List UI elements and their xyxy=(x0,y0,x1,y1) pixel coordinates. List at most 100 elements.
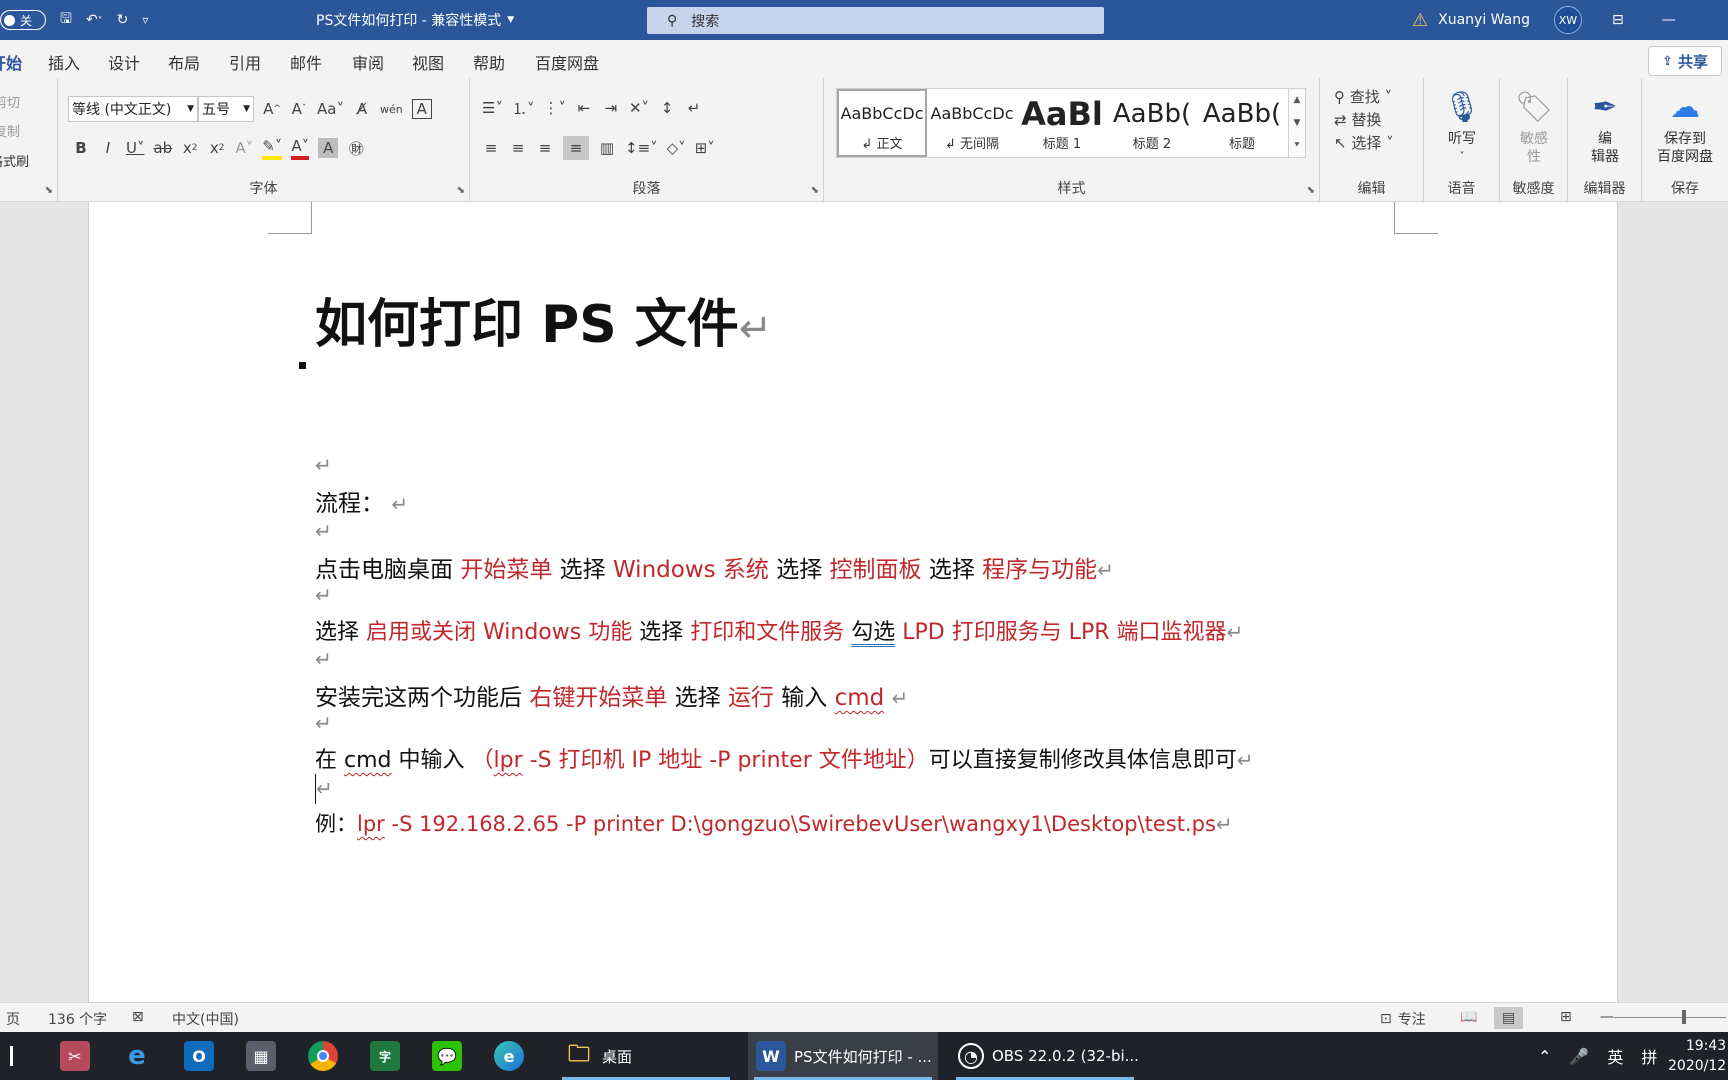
dialog-launcher-icon[interactable]: ⬊ xyxy=(457,185,465,196)
minimize-icon[interactable]: — xyxy=(1662,12,1676,28)
tab-references[interactable]: 引用 xyxy=(229,50,261,74)
taskbar-app-wechat[interactable]: 💬 xyxy=(432,1032,462,1080)
asian-layout-icon[interactable]: ✕˅ xyxy=(629,96,649,120)
document-page[interactable]: 如何打印 PS 文件↵ ↵ 流程： ↵ ↵ 点击电脑桌面 开始菜单 选择 Win… xyxy=(88,202,1618,1002)
taskbar-app-snipping[interactable]: ✂ xyxy=(60,1032,90,1080)
zoom-slider-track[interactable] xyxy=(1614,1017,1726,1018)
empty-paragraph[interactable]: ↵ xyxy=(315,452,332,478)
bold-icon[interactable]: B xyxy=(72,136,90,160)
sort-icon[interactable]: ↕ xyxy=(658,96,676,120)
italic-icon[interactable]: I xyxy=(99,136,117,160)
print-layout-icon[interactable]: ▤ xyxy=(1494,1007,1524,1029)
share-button[interactable]: ⇪ 共享 xyxy=(1648,46,1722,76)
warning-icon[interactable]: ⚠ xyxy=(1412,10,1428,31)
chevron-down-icon[interactable]: ▼ xyxy=(1294,118,1301,128)
taskbar-app-calculator[interactable]: ▦ xyxy=(246,1032,276,1080)
word-count[interactable]: 136 个字 xyxy=(48,1009,107,1029)
borders-icon[interactable]: ⊞˅ xyxy=(695,136,715,160)
select-button[interactable]: ↖ 选择 ˅ xyxy=(1334,132,1394,153)
style-heading-2[interactable]: AaBb( 标题 2 xyxy=(1107,89,1197,157)
document-area[interactable]: 如何打印 PS 文件↵ ↵ 流程： ↵ ↵ 点击电脑桌面 开始菜单 选择 Win… xyxy=(0,202,1728,1002)
phonetic-guide-icon[interactable]: wén xyxy=(380,97,403,121)
decrease-indent-icon[interactable]: ⇤ xyxy=(575,96,593,120)
tab-help[interactable]: 帮助 xyxy=(473,50,505,74)
taskbar-app-ie[interactable]: e xyxy=(122,1032,152,1080)
save-icon[interactable]: 🖫 xyxy=(60,8,72,32)
format-painter-button[interactable]: 格式刷 xyxy=(0,151,29,170)
redo-icon[interactable]: ↻ xyxy=(117,12,129,28)
tab-baidu-netdisk[interactable]: 百度网盘 xyxy=(535,50,599,74)
taskbar-app-edge[interactable]: e xyxy=(494,1032,524,1080)
subscript-icon[interactable]: x2 xyxy=(181,136,199,160)
change-case-icon[interactable]: Aa˅ xyxy=(317,97,344,121)
save-to-baidu-button[interactable]: ☁ 保存到 百度网盘 xyxy=(1642,86,1728,166)
empty-paragraph-cursor[interactable]: ↵ xyxy=(315,774,333,804)
empty-paragraph[interactable]: ↵ xyxy=(315,646,332,672)
shrink-font-icon[interactable]: Aˇ xyxy=(290,97,308,121)
find-button[interactable]: ⚲ 查找 ˅ xyxy=(1334,86,1392,107)
tab-design[interactable]: 设计 xyxy=(108,50,140,74)
replace-button[interactable]: ⇄ 替换 xyxy=(1334,109,1381,130)
highlight-icon[interactable]: ✎˅ xyxy=(262,136,283,160)
numbering-icon[interactable]: ⒈˅ xyxy=(512,96,535,120)
align-right-icon[interactable]: ≡ xyxy=(536,136,554,160)
editor-button[interactable]: ✒ 编 辑器 xyxy=(1568,86,1642,166)
style-no-spacing[interactable]: AaBbCcDc ↲ 无间隔 xyxy=(927,89,1017,157)
character-shading-icon[interactable]: A xyxy=(318,138,339,158)
customize-qat-icon[interactable]: ▿ xyxy=(142,13,148,27)
avatar[interactable]: XW xyxy=(1553,6,1582,34)
tab-home[interactable]: 开始 xyxy=(0,50,23,81)
align-center-icon[interactable]: ≡ xyxy=(509,136,527,160)
chevron-up-icon[interactable]: ▲ xyxy=(1294,95,1301,105)
undo-icon[interactable]: ↶˅ xyxy=(86,12,103,28)
tab-insert[interactable]: 插入 xyxy=(48,50,80,74)
superscript-icon[interactable]: x2 xyxy=(208,136,226,160)
paragraph-step-2[interactable]: 选择 启用或关闭 Windows 功能 选择 打印和文件服务 勾选 LPD 打印… xyxy=(315,614,1243,646)
web-layout-icon[interactable]: ⊞ xyxy=(1560,1009,1572,1025)
font-name-select[interactable]: 等线 (中文正文) ▼ xyxy=(68,96,198,122)
taskbar-app-outlook[interactable]: O xyxy=(184,1032,214,1080)
taskbar-app-green[interactable]: 字 xyxy=(370,1032,400,1080)
taskbar-desktop-folder[interactable]: 🗀 桌面 xyxy=(556,1032,736,1080)
account-area[interactable]: ⚠ Xuanyi Wang XW xyxy=(1412,0,1582,40)
show-hidden-icons-icon[interactable]: ⌃ xyxy=(1538,1047,1551,1066)
clear-formatting-icon[interactable]: A̸ xyxy=(353,97,371,121)
tab-review[interactable]: 审阅 xyxy=(352,50,384,74)
proofing-icon[interactable]: ⊠ xyxy=(132,1009,144,1025)
autosave-toggle[interactable]: 关 xyxy=(0,0,46,40)
tab-layout[interactable]: 布局 xyxy=(168,50,200,74)
empty-paragraph[interactable]: ↵ xyxy=(315,582,332,608)
document-title[interactable]: PS文件如何打印 - 兼容性模式 ▼ xyxy=(316,0,514,40)
paragraph-step-1[interactable]: 点击电脑桌面 开始菜单 选择 Windows 系统 选择 控制面板 选择 程序与… xyxy=(315,550,1114,584)
ime-indicator[interactable]: 英 xyxy=(1607,1044,1623,1068)
style-normal[interactable]: AaBbCcDc ↲ 正文 xyxy=(837,89,927,157)
more-styles-icon[interactable]: ⯆ xyxy=(1293,141,1300,151)
dialog-launcher-icon[interactable]: ⬊ xyxy=(45,185,53,196)
focus-button[interactable]: ⊡ 专注 xyxy=(1380,1009,1426,1029)
cut-button[interactable]: 剪切 xyxy=(0,92,20,111)
paragraph-example[interactable]: 例：lpr -S 192.168.2.65 -P printer D:\gong… xyxy=(315,808,1233,838)
enclose-characters-icon[interactable]: ㊖ xyxy=(347,136,365,160)
align-left-icon[interactable]: ≡ xyxy=(482,136,500,160)
justify-icon[interactable]: ≡ xyxy=(563,136,589,160)
search-input[interactable]: ⚲ 搜索 xyxy=(647,7,1104,34)
system-clock[interactable]: 19:43 2020/12 xyxy=(1668,1036,1726,1076)
line-spacing-icon[interactable]: ↕≡˅ xyxy=(625,136,658,160)
style-heading-1[interactable]: AaBl 标题 1 xyxy=(1017,89,1107,157)
bullets-icon[interactable]: ☰˅ xyxy=(482,96,503,120)
empty-paragraph[interactable]: ↵ xyxy=(315,710,332,736)
strikethrough-icon[interactable]: ab xyxy=(153,136,172,160)
paragraph-step-4[interactable]: 在 cmd 中输入 （lpr -S 打印机 IP 地址 -P printer 文… xyxy=(315,742,1254,774)
ime-mode-icon[interactable]: 拼 xyxy=(1641,1044,1657,1068)
text-effects-icon[interactable]: A˅ xyxy=(235,136,253,160)
grow-font-icon[interactable]: A ^ xyxy=(263,97,281,121)
underline-icon[interactable]: U˅ xyxy=(126,136,144,160)
style-title[interactable]: AaBb( 标题 xyxy=(1197,89,1287,157)
copy-button[interactable]: 复制 xyxy=(0,121,20,140)
paragraph-step-3[interactable]: 安装完这两个功能后 右键开始菜单 选择 运行 输入 cmd ↵ xyxy=(315,678,908,712)
styles-scroll[interactable]: ▲ ▼ ⯆ xyxy=(1288,88,1306,158)
read-mode-icon[interactable]: 📖 xyxy=(1460,1009,1477,1025)
increase-indent-icon[interactable]: ⇥ xyxy=(602,96,620,120)
paragraph-flow[interactable]: 流程： ↵ xyxy=(315,484,408,518)
taskbar-word-window[interactable]: W PS文件如何打印 - ... xyxy=(748,1032,938,1080)
